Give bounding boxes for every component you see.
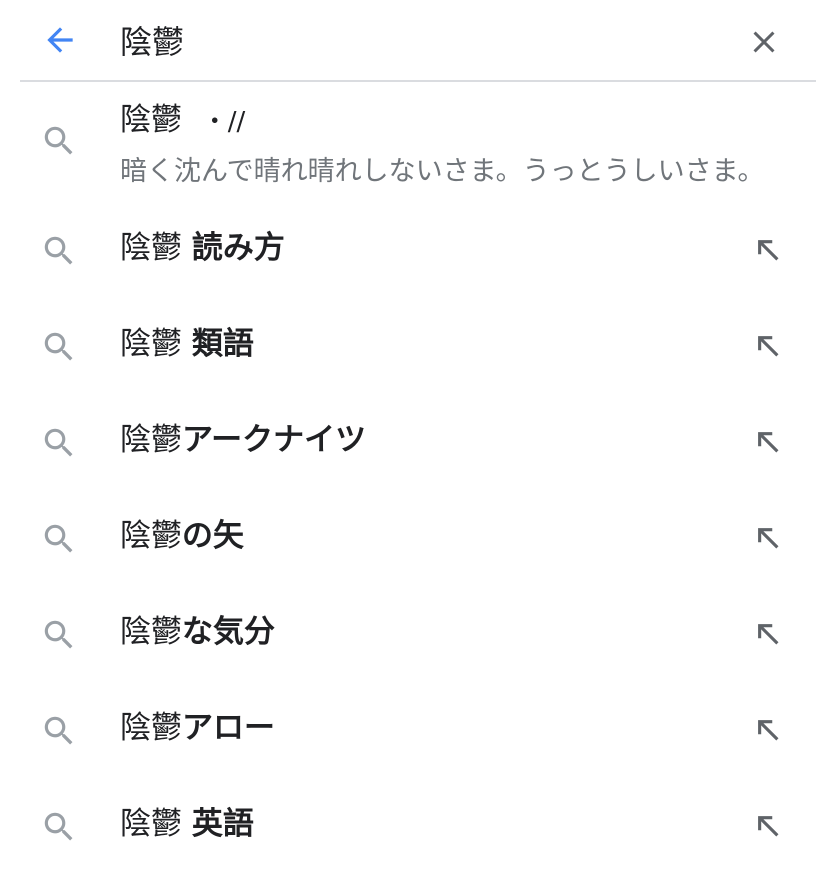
suggestion-item[interactable]: 陰鬱の矢 [0, 490, 828, 586]
fill-query-button[interactable] [748, 614, 788, 654]
arrow-up-left-icon [758, 336, 779, 357]
suggestion-completion: 英語 [191, 806, 254, 842]
suggestion-prefix: 陰鬱 [120, 710, 182, 746]
search-icon [44, 236, 73, 265]
suggestion-prefix: 陰鬱 [120, 230, 192, 266]
arrow-up-left-icon [758, 528, 779, 549]
suggestion-item[interactable]: 陰鬱 読み方 [0, 202, 828, 298]
suggestion-completion: の矢 [182, 518, 244, 554]
suggestion-text: 陰鬱 類語 [120, 322, 254, 366]
suggestion-text: 陰鬱アークナイツ [120, 418, 366, 462]
suggestion-prefix: 陰鬱 [120, 806, 192, 842]
definition-suggestion[interactable]: 陰鬱 ・// 暗く沈んで晴れ晴れしないさま。うっとうしいさま。 [0, 82, 828, 202]
search-icon [44, 524, 73, 553]
fill-query-button[interactable] [748, 806, 788, 846]
arrow-up-left-icon [758, 816, 779, 837]
back-button[interactable] [38, 18, 82, 62]
suggestion-item[interactable]: 陰鬱アロー [0, 682, 828, 778]
definition-reading: ・// [201, 107, 246, 137]
definition-meaning: 暗く沈んで晴れ晴れしないさま。うっとうしいさま。 [120, 156, 765, 187]
search-icon [44, 620, 73, 649]
arrow-up-left-icon [758, 432, 779, 453]
suggestion-completion: 類語 [191, 326, 254, 362]
arrow-back-icon [47, 27, 73, 53]
suggestion-completion: アークナイツ [182, 422, 367, 458]
suggestion-completion: な気分 [182, 614, 275, 650]
suggestion-prefix: 陰鬱 [120, 614, 182, 650]
search-input[interactable] [120, 14, 720, 66]
suggestion-item[interactable]: 陰鬱アークナイツ [0, 394, 828, 490]
close-icon [753, 31, 775, 53]
definition-term: 陰鬱 [120, 102, 182, 138]
arrow-up-left-icon [758, 240, 779, 261]
suggestion-item[interactable]: 陰鬱 英語 [0, 778, 828, 874]
fill-query-button[interactable] [748, 230, 788, 270]
search-bar [20, 0, 816, 82]
suggestion-prefix: 陰鬱 [120, 326, 192, 362]
clear-button[interactable] [742, 20, 786, 64]
suggestion-item[interactable]: 陰鬱な気分 [0, 586, 828, 682]
suggestion-completion: 読み方 [191, 230, 285, 266]
search-icon [44, 716, 73, 745]
suggestion-prefix: 陰鬱 [120, 518, 182, 554]
suggestion-item[interactable]: 陰鬱 類語 [0, 298, 828, 394]
suggestion-text: 陰鬱 英語 [120, 802, 254, 846]
suggestion-text: 陰鬱 読み方 [120, 226, 285, 270]
suggestion-text: 陰鬱な気分 [120, 610, 275, 654]
suggestion-text: 陰鬱アロー [120, 706, 275, 750]
arrow-up-left-icon [758, 720, 779, 741]
suggestion-prefix: 陰鬱 [120, 422, 182, 458]
suggestion-text: 陰鬱の矢 [120, 514, 244, 558]
fill-query-button[interactable] [748, 518, 788, 558]
arrow-up-left-icon [758, 624, 779, 645]
definition-title: 陰鬱 ・// [120, 98, 245, 144]
suggestion-completion: アロー [182, 710, 275, 746]
fill-query-button[interactable] [748, 422, 788, 462]
fill-query-button[interactable] [748, 710, 788, 750]
search-icon [44, 126, 73, 155]
search-icon [44, 428, 73, 457]
search-icon [44, 332, 73, 361]
fill-query-button[interactable] [748, 326, 788, 366]
search-icon [44, 812, 73, 841]
